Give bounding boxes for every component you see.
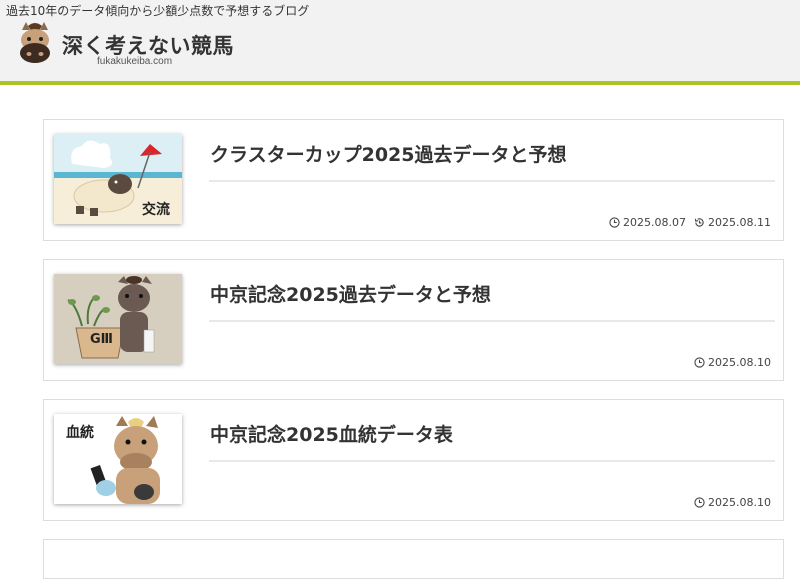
- published-date: 2025.08.10: [694, 496, 771, 509]
- site-tagline: 過去10年のデータ傾向から少額少点数で予想するブログ: [6, 4, 310, 18]
- clock-icon: [694, 357, 705, 368]
- article-thumbnail[interactable]: GⅢ: [54, 274, 182, 364]
- thumb-label: 交流: [142, 202, 170, 218]
- article-dates: 2025.08.10: [694, 496, 771, 509]
- horse-logo-icon[interactable]: [14, 20, 60, 66]
- divider: [209, 320, 775, 322]
- site-domain: fukakukeiba.com: [97, 56, 173, 67]
- divider: [209, 180, 775, 182]
- article-thumbnail[interactable]: 交流: [54, 134, 182, 224]
- article-dates: 2025.08.10: [694, 356, 771, 369]
- article-card[interactable]: [43, 539, 784, 579]
- article-title[interactable]: 中京記念2025血統データ表: [210, 420, 453, 447]
- clock-icon: [609, 217, 620, 228]
- thumb-label: GⅢ: [90, 332, 113, 347]
- article-card[interactable]: 血統 中京記念2025血統データ表 2025.08.10: [43, 399, 784, 521]
- clock-icon: [694, 497, 705, 508]
- article-title[interactable]: クラスターカップ2025過去データと予想: [210, 140, 567, 167]
- published-date: 2025.08.07: [609, 216, 686, 229]
- article-dates: 2025.08.07 2025.08.11: [609, 216, 771, 229]
- history-icon: [694, 218, 704, 227]
- article-thumbnail[interactable]: 血統: [54, 414, 182, 504]
- article-card[interactable]: GⅢ 中京記念2025過去データと予想 2025.08.10: [43, 259, 784, 381]
- updated-date: 2025.08.11: [694, 216, 771, 229]
- thumb-label: 血統: [66, 425, 94, 441]
- article-title[interactable]: 中京記念2025過去データと予想: [210, 280, 491, 307]
- site-header: 過去10年のデータ傾向から少額少点数で予想するブログ 深く考えない競馬 fuka…: [0, 0, 800, 85]
- published-date: 2025.08.10: [694, 356, 771, 369]
- divider: [209, 460, 775, 462]
- article-card[interactable]: 交流 クラスターカップ2025過去データと予想 2025.08.07 2025.…: [43, 119, 784, 241]
